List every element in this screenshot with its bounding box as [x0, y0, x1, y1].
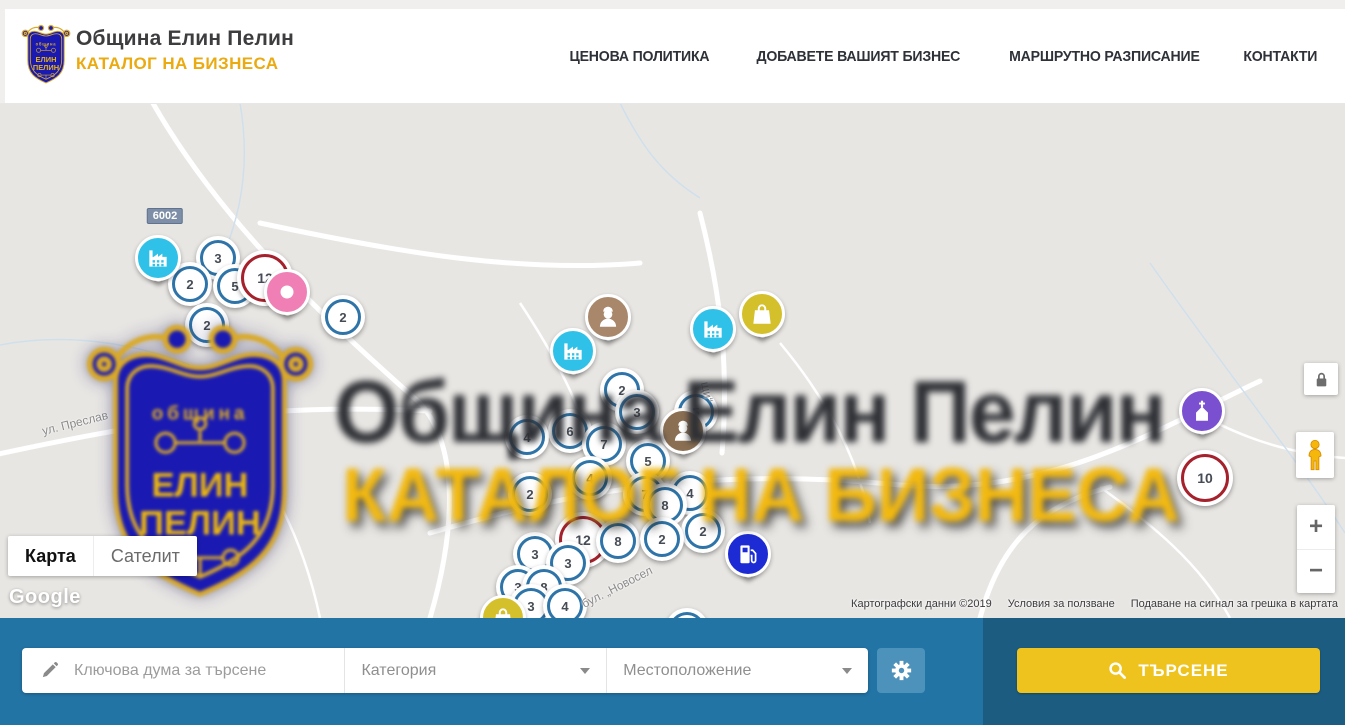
- map-pin-worker-icon[interactable]: [585, 294, 631, 340]
- lock-icon: [1314, 371, 1329, 388]
- map-type-satellite-button[interactable]: Сателит: [93, 536, 197, 576]
- map-pin-fuel-icon[interactable]: [725, 531, 771, 577]
- pin-circle: [690, 306, 736, 352]
- pin-circle: [135, 235, 181, 281]
- category-select[interactable]: Категория: [344, 648, 606, 693]
- attribution-terms-link[interactable]: Условия за ползване: [1008, 598, 1115, 610]
- nav-item-bus-schedule[interactable]: МАРШРУТНО РАЗПИСАНИЕ: [1009, 48, 1200, 65]
- cluster-count: 10: [1197, 470, 1213, 486]
- cluster-count: 4: [523, 430, 530, 445]
- search-fields: Категория Местоположение: [22, 648, 868, 693]
- map-pin-factory-icon[interactable]: [135, 235, 181, 281]
- left-strip: [0, 0, 5, 103]
- lock-button[interactable]: [1304, 363, 1338, 395]
- site-title: Община Елин Пелин: [76, 27, 294, 51]
- municipality-logo[interactable]: [21, 23, 71, 85]
- search-icon: [1108, 661, 1127, 680]
- location-select[interactable]: Местоположение: [606, 648, 868, 693]
- category-select-value: Категория: [361, 662, 436, 680]
- pin-circle: [660, 408, 706, 454]
- pin-circle: [1179, 388, 1225, 434]
- keyword-field: [22, 648, 344, 693]
- pin-circle: [264, 269, 310, 315]
- cluster-count: 2: [526, 487, 533, 502]
- cluster-count: 3: [527, 599, 534, 614]
- pegman-button[interactable]: [1296, 432, 1334, 478]
- map-pin-bag-icon[interactable]: [739, 291, 785, 337]
- nav-item-add-business[interactable]: ДОБАВЕТЕ ВАШИЯТ БИЗНЕС: [756, 48, 960, 65]
- chevron-down-icon: [580, 668, 590, 674]
- map-pin-factory-icon[interactable]: [550, 328, 596, 374]
- page: Община Елин Пелин КАТАЛОГ НА БИЗНЕСА ЦЕН…: [0, 0, 1345, 725]
- nav-item-contacts[interactable]: КОНТАКТИ: [1244, 48, 1318, 65]
- main-nav: ЦЕНОВА ПОЛИТИКА ДОБАВЕТЕ ВАШИЯТ БИЗНЕС М…: [565, 9, 1320, 103]
- cluster-count: 4: [586, 471, 593, 486]
- pin-circle: [550, 328, 596, 374]
- nav-item-pricing[interactable]: ЦЕНОВА ПОЛИТИКА: [570, 48, 710, 65]
- pin-circle: [739, 291, 785, 337]
- cluster-count: 2: [203, 318, 210, 333]
- map-cluster-marker[interactable]: 2: [681, 509, 725, 553]
- cluster-count: 7: [600, 437, 607, 452]
- zoom-in-button[interactable]: +: [1297, 505, 1335, 550]
- site-subtitle: КАТАЛОГ НА БИЗНЕСА: [76, 54, 294, 74]
- cluster-count: 4: [686, 486, 693, 501]
- cluster-count: 3: [531, 547, 538, 562]
- keyword-input[interactable]: [72, 661, 344, 681]
- cluster-count: 2: [658, 532, 665, 547]
- map-pin-generic-icon[interactable]: [264, 269, 310, 315]
- cluster-count: 3: [633, 405, 640, 420]
- cluster-count: 2: [186, 277, 193, 292]
- cluster-count: 2: [699, 524, 706, 539]
- zoom-control: + −: [1297, 505, 1335, 593]
- map-pin-factory-icon[interactable]: [690, 306, 736, 352]
- cluster-count: 3: [564, 556, 571, 571]
- pencil-icon: [40, 661, 59, 680]
- map-type-map-button[interactable]: Карта: [8, 536, 93, 576]
- map-pin-worker-icon[interactable]: [660, 408, 706, 454]
- search-button[interactable]: ТЪРСЕНЕ: [1017, 648, 1320, 693]
- cluster-count: 6: [566, 424, 573, 439]
- top-strip: [0, 0, 1345, 9]
- map-cluster-marker[interactable]: 8: [596, 519, 640, 563]
- cluster-count: 4: [561, 599, 568, 614]
- search-bar: Категория Местоположение: [0, 618, 1345, 725]
- map-type-control: Карта Сателит: [8, 536, 197, 576]
- chevron-down-icon: [842, 668, 852, 674]
- gear-icon: [891, 660, 912, 681]
- search-button-label: ТЪРСЕНЕ: [1138, 661, 1228, 681]
- settings-button[interactable]: [877, 648, 925, 693]
- map-cluster-marker[interactable]: 2: [321, 295, 365, 339]
- map[interactable]: 325122223564754274821282333834510 6002ул…: [0, 103, 1345, 618]
- google-logo[interactable]: Google: [9, 586, 81, 609]
- location-select-value: Местоположение: [623, 662, 751, 680]
- attribution-copyright: Картографски данни ©2019: [851, 598, 992, 610]
- pin-circle: [725, 531, 771, 577]
- map-cluster-marker[interactable]: 10: [1177, 450, 1233, 506]
- road-number-badge: 6002: [147, 208, 183, 224]
- header: Община Елин Пелин КАТАЛОГ НА БИЗНЕСА ЦЕН…: [0, 9, 1345, 104]
- map-cluster-marker[interactable]: 4: [568, 456, 612, 500]
- map-cluster-marker[interactable]: 2: [508, 472, 552, 516]
- map-cluster-marker[interactable]: 2: [185, 303, 229, 347]
- cluster-count: 8: [661, 498, 668, 513]
- map-cluster-marker[interactable]: 3: [615, 390, 659, 434]
- cluster-count: 2: [339, 310, 346, 325]
- map-cluster-marker[interactable]: 2: [640, 517, 684, 561]
- header-titles: Община Елин Пелин КАТАЛОГ НА БИЗНЕСА: [76, 27, 294, 74]
- cluster-count: 3: [214, 251, 221, 266]
- pegman-icon: [1304, 438, 1326, 472]
- zoom-out-button[interactable]: −: [1297, 550, 1335, 594]
- cluster-count: 5: [644, 454, 651, 469]
- map-cluster-marker[interactable]: 4: [505, 415, 549, 459]
- cluster-count: 8: [614, 534, 621, 549]
- map-pin-church-icon[interactable]: [1179, 388, 1225, 434]
- attribution-report-link[interactable]: Подаване на сигнал за грешка в картата: [1131, 598, 1338, 610]
- map-attribution: Картографски данни ©2019 Условия за полз…: [851, 598, 1338, 610]
- pin-circle: [585, 294, 631, 340]
